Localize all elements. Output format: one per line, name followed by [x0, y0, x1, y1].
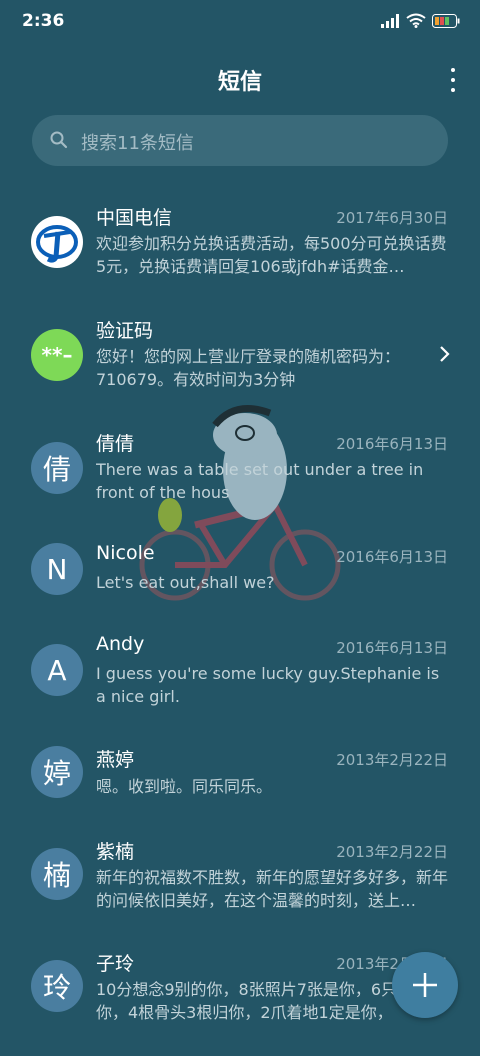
conversation-item[interactable]: A Andy 2016年6月13日 I guess you're some lu… [0, 630, 480, 740]
app-bar: 短信 [0, 50, 480, 110]
conversation-preview: I guess you're some lucky guy.Stephanie … [96, 664, 440, 706]
conversation-item[interactable]: **– 验证码 您好！您的网上营业厅登录的随机密码为：710679。有效时间为3… [0, 303, 480, 413]
conversation-item[interactable]: N Nicole 2016年6月13日 Let's eat out,shall … [0, 529, 480, 639]
wifi-icon [406, 13, 426, 28]
conversation-item[interactable]: 倩 倩倩 2016年6月13日 There was a table set ou… [0, 416, 480, 526]
conversation-date: 2016年6月13日 [336, 639, 448, 657]
signal-icon [381, 13, 399, 28]
conversation-name: Andy [96, 633, 145, 655]
conversation-date: 2017年6月30日 [336, 209, 448, 227]
conversation-name: 燕婷 [96, 749, 135, 771]
conversation-date: 2016年6月13日 [336, 548, 448, 566]
conversation-name: 紫楠 [96, 841, 135, 863]
conversation-preview: 欢迎参加积分兑换话费活动，每500分可兑换话费5元，兑换话费请回复106或jfd… [96, 234, 447, 276]
search-bar[interactable]: 搜索11条短信 [32, 115, 448, 166]
china-telecom-logo-icon [31, 216, 83, 268]
conversation-preview: 嗯。收到啦。同乐同乐。 [96, 777, 273, 796]
contact-avatar: 楠 [31, 848, 83, 900]
contact-avatar: 倩 [31, 442, 83, 494]
status-bar: 2:36 [0, 0, 480, 44]
conversation-date: 2013年2月22日 [336, 751, 448, 769]
page-title: 短信 [217, 70, 262, 95]
contact-avatar: A [31, 644, 83, 696]
conversation-name: 中国电信 [96, 207, 173, 229]
conversation-name: 倩倩 [96, 433, 135, 455]
plus-icon [413, 973, 437, 997]
contact-avatar: N [31, 543, 83, 595]
conversation-date: 2013年2月22日 [336, 843, 448, 861]
conversation-preview: 新年的祝福数不胜数，新年的愿望好多好多，新年的问候依旧美好，在这个温馨的时刻，送… [96, 868, 449, 910]
verification-code-avatar: **– [31, 329, 83, 381]
search-icon [50, 131, 68, 149]
conversation-name: 验证码 [96, 320, 154, 342]
conversation-item[interactable]: 中国电信 2017年6月30日 欢迎参加积分兑换话费活动，每500分可兑换话费5… [0, 190, 480, 300]
status-icons [380, 13, 460, 28]
conversation-name: Nicole [96, 542, 155, 564]
new-message-button[interactable] [392, 952, 458, 1018]
contact-avatar: 婷 [31, 746, 83, 798]
contact-avatar: 玲 [31, 960, 83, 1012]
conversation-item[interactable]: 楠 紫楠 2013年2月22日 新年的祝福数不胜数，新年的愿望好多好多，新年的问… [0, 834, 480, 944]
more-options-icon[interactable] [448, 68, 458, 92]
conversation-name: 子玲 [96, 953, 135, 975]
conversation-preview: Let's eat out,shall we? [96, 573, 275, 592]
conversation-date: 2016年6月13日 [336, 435, 448, 453]
status-time: 2:36 [22, 11, 65, 31]
battery-icon [432, 13, 460, 28]
conversation-preview: 您好！您的网上营业厅登录的随机密码为：710679。有效时间为3分钟 [96, 347, 401, 389]
conversation-preview: There was a table set out under a tree i… [96, 460, 424, 502]
search-placeholder: 搜索11条短信 [81, 133, 194, 154]
chevron-right-icon[interactable] [438, 345, 450, 363]
